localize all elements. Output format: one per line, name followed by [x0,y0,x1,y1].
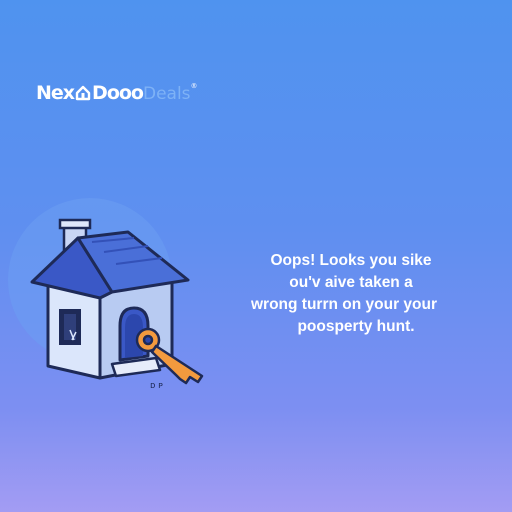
error-message: Oops! Looks you sike ou'v aive taken a w… [236,250,466,338]
house-key-icon [75,84,91,106]
message-line-2: ou'v aive taken a [289,274,413,291]
brand-name-part3: Deals [142,84,191,104]
message-line-1: Oops! Looks you sike [270,252,432,269]
house-with-key-icon: ᴅ ᴘ [8,198,204,391]
brand-name-part2: Dooo [92,82,144,104]
brand-name-part1: Nex [36,82,75,104]
message-line-3: wrong turrn on your your [251,296,437,313]
registered-mark: ® [190,82,198,90]
message-line-4: poosperty hunt. [297,318,415,335]
illustration-caption: ᴅ ᴘ [150,381,163,391]
brand-logo[interactable]: Nex DoooDeals® [36,82,198,106]
